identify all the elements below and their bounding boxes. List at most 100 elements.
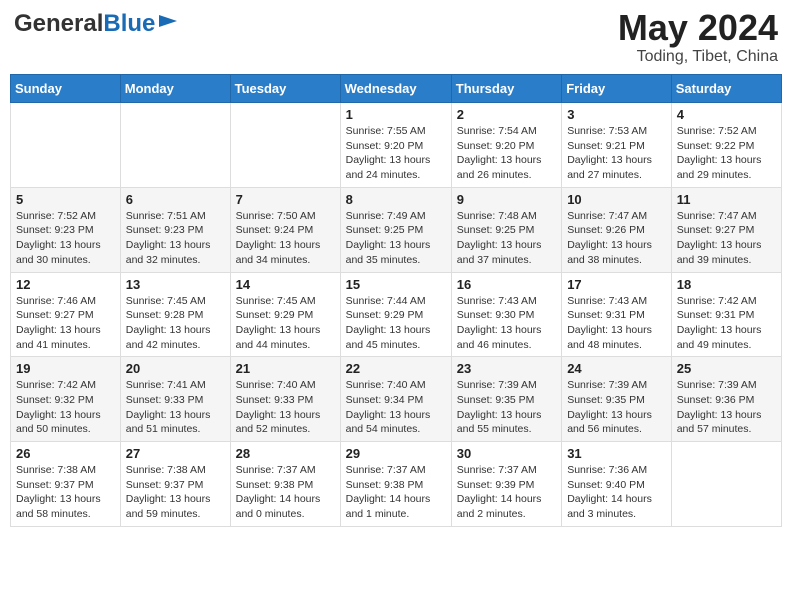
day-number: 12: [16, 277, 115, 292]
day-number: 10: [567, 192, 666, 207]
day-info: Sunrise: 7:42 AM Sunset: 9:32 PM Dayligh…: [16, 378, 115, 437]
calendar-cell: 12 Sunrise: 7:46 AM Sunset: 9:27 PM Dayli…: [11, 272, 121, 357]
logo: General Blue: [14, 10, 179, 38]
calendar-cell: 23 Sunrise: 7:39 AM Sunset: 9:35 PM Dayli…: [451, 357, 561, 442]
header-tuesday: Tuesday: [230, 75, 340, 103]
calendar-cell: 15 Sunrise: 7:44 AM Sunset: 9:29 PM Dayli…: [340, 272, 451, 357]
calendar-week-row: 19 Sunrise: 7:42 AM Sunset: 9:32 PM Dayli…: [11, 357, 782, 442]
calendar-cell: 17Sunrise: 7:43 AM Sunset: 9:31 PM Dayli…: [562, 272, 672, 357]
logo-general: General: [14, 10, 103, 38]
day-number: 18: [677, 277, 776, 292]
day-number: 8: [346, 192, 446, 207]
logo-blue: Blue: [103, 10, 155, 38]
calendar-cell: 18 Sunrise: 7:42 AM Sunset: 9:31 PM Dayli…: [671, 272, 781, 357]
day-number: 16: [457, 277, 556, 292]
day-info: Sunrise: 7:44 AM Sunset: 9:29 PM Dayligh…: [346, 294, 446, 353]
calendar-cell: 13Sunrise: 7:45 AM Sunset: 9:28 PM Dayli…: [120, 272, 230, 357]
day-number: 14: [236, 277, 335, 292]
calendar-cell: 1 Sunrise: 7:55 AM Sunset: 9:20 PM Daylig…: [340, 103, 451, 188]
logo-flag-icon: [157, 13, 179, 31]
day-number: 3: [567, 107, 666, 122]
calendar-week-row: 12 Sunrise: 7:46 AM Sunset: 9:27 PM Dayli…: [11, 272, 782, 357]
day-number: 2: [457, 107, 556, 122]
day-number: 9: [457, 192, 556, 207]
day-info: Sunrise: 7:39 AM Sunset: 9:35 PM Dayligh…: [567, 378, 666, 437]
day-info: Sunrise: 7:47 AM Sunset: 9:27 PM Dayligh…: [677, 209, 776, 268]
weekday-header-row: Sunday Monday Tuesday Wednesday Thursday…: [11, 75, 782, 103]
day-info: Sunrise: 7:43 AM Sunset: 9:30 PM Dayligh…: [457, 294, 556, 353]
calendar-cell: 25Sunrise: 7:39 AM Sunset: 9:36 PM Dayli…: [671, 357, 781, 442]
calendar-week-row: 26 Sunrise: 7:38 AM Sunset: 9:37 PM Dayli…: [11, 442, 782, 527]
calendar-cell: 31 Sunrise: 7:36 AM Sunset: 9:40 PM Dayli…: [562, 442, 672, 527]
day-info: Sunrise: 7:52 AM Sunset: 9:22 PM Dayligh…: [677, 124, 776, 183]
day-number: 31: [567, 446, 666, 461]
day-info: Sunrise: 7:37 AM Sunset: 9:39 PM Dayligh…: [457, 463, 556, 522]
calendar-cell: 19 Sunrise: 7:42 AM Sunset: 9:32 PM Dayli…: [11, 357, 121, 442]
calendar-cell: 21Sunrise: 7:40 AM Sunset: 9:33 PM Dayli…: [230, 357, 340, 442]
calendar-header: Sunday Monday Tuesday Wednesday Thursday…: [11, 75, 782, 103]
calendar-cell: 7Sunrise: 7:50 AM Sunset: 9:24 PM Daylig…: [230, 187, 340, 272]
day-info: Sunrise: 7:52 AM Sunset: 9:23 PM Dayligh…: [16, 209, 115, 268]
day-info: Sunrise: 7:46 AM Sunset: 9:27 PM Dayligh…: [16, 294, 115, 353]
calendar-cell: 24Sunrise: 7:39 AM Sunset: 9:35 PM Dayli…: [562, 357, 672, 442]
calendar-cell: 6Sunrise: 7:51 AM Sunset: 9:23 PM Daylig…: [120, 187, 230, 272]
day-info: Sunrise: 7:49 AM Sunset: 9:25 PM Dayligh…: [346, 209, 446, 268]
calendar-cell: [120, 103, 230, 188]
day-number: 25: [677, 361, 776, 376]
calendar-week-row: 5 Sunrise: 7:52 AM Sunset: 9:23 PM Daylig…: [11, 187, 782, 272]
day-info: Sunrise: 7:48 AM Sunset: 9:25 PM Dayligh…: [457, 209, 556, 268]
day-info: Sunrise: 7:51 AM Sunset: 9:23 PM Dayligh…: [126, 209, 225, 268]
calendar-week-row: 1 Sunrise: 7:55 AM Sunset: 9:20 PM Daylig…: [11, 103, 782, 188]
header-thursday: Thursday: [451, 75, 561, 103]
day-info: Sunrise: 7:45 AM Sunset: 9:29 PM Dayligh…: [236, 294, 335, 353]
calendar-cell: [230, 103, 340, 188]
day-info: Sunrise: 7:36 AM Sunset: 9:40 PM Dayligh…: [567, 463, 666, 522]
day-number: 19: [16, 361, 115, 376]
day-info: Sunrise: 7:41 AM Sunset: 9:33 PM Dayligh…: [126, 378, 225, 437]
day-info: Sunrise: 7:43 AM Sunset: 9:31 PM Dayligh…: [567, 294, 666, 353]
calendar-cell: 3 Sunrise: 7:53 AM Sunset: 9:21 PM Daylig…: [562, 103, 672, 188]
day-number: 22: [346, 361, 446, 376]
calendar-cell: 22 Sunrise: 7:40 AM Sunset: 9:34 PM Dayli…: [340, 357, 451, 442]
day-info: Sunrise: 7:53 AM Sunset: 9:21 PM Dayligh…: [567, 124, 666, 183]
day-number: 4: [677, 107, 776, 122]
day-number: 5: [16, 192, 115, 207]
day-info: Sunrise: 7:38 AM Sunset: 9:37 PM Dayligh…: [16, 463, 115, 522]
day-info: Sunrise: 7:38 AM Sunset: 9:37 PM Dayligh…: [126, 463, 225, 522]
header-monday: Monday: [120, 75, 230, 103]
header-sunday: Sunday: [11, 75, 121, 103]
day-number: 27: [126, 446, 225, 461]
header-wednesday: Wednesday: [340, 75, 451, 103]
day-number: 23: [457, 361, 556, 376]
day-info: Sunrise: 7:55 AM Sunset: 9:20 PM Dayligh…: [346, 124, 446, 183]
day-info: Sunrise: 7:39 AM Sunset: 9:35 PM Dayligh…: [457, 378, 556, 437]
header-saturday: Saturday: [671, 75, 781, 103]
day-number: 11: [677, 192, 776, 207]
day-info: Sunrise: 7:42 AM Sunset: 9:31 PM Dayligh…: [677, 294, 776, 353]
calendar-cell: 16 Sunrise: 7:43 AM Sunset: 9:30 PM Dayli…: [451, 272, 561, 357]
day-number: 1: [346, 107, 446, 122]
calendar-cell: 14 Sunrise: 7:45 AM Sunset: 9:29 PM Dayli…: [230, 272, 340, 357]
day-info: Sunrise: 7:47 AM Sunset: 9:26 PM Dayligh…: [567, 209, 666, 268]
page-header: General Blue May 2024 Toding, Tibet, Chi…: [10, 10, 782, 66]
location-subtitle: Toding, Tibet, China: [618, 48, 778, 66]
day-info: Sunrise: 7:50 AM Sunset: 9:24 PM Dayligh…: [236, 209, 335, 268]
calendar-cell: 5 Sunrise: 7:52 AM Sunset: 9:23 PM Daylig…: [11, 187, 121, 272]
day-info: Sunrise: 7:40 AM Sunset: 9:34 PM Dayligh…: [346, 378, 446, 437]
calendar-cell: [671, 442, 781, 527]
calendar-cell: 8 Sunrise: 7:49 AM Sunset: 9:25 PM Daylig…: [340, 187, 451, 272]
calendar-cell: 10 Sunrise: 7:47 AM Sunset: 9:26 PM Dayli…: [562, 187, 672, 272]
calendar-cell: 11 Sunrise: 7:47 AM Sunset: 9:27 PM Dayli…: [671, 187, 781, 272]
calendar-cell: 26 Sunrise: 7:38 AM Sunset: 9:37 PM Dayli…: [11, 442, 121, 527]
calendar-cell: 30Sunrise: 7:37 AM Sunset: 9:39 PM Dayli…: [451, 442, 561, 527]
calendar-cell: [11, 103, 121, 188]
day-number: 26: [16, 446, 115, 461]
day-info: Sunrise: 7:37 AM Sunset: 9:38 PM Dayligh…: [236, 463, 335, 522]
calendar-cell: 28Sunrise: 7:37 AM Sunset: 9:38 PM Dayli…: [230, 442, 340, 527]
day-number: 15: [346, 277, 446, 292]
day-info: Sunrise: 7:40 AM Sunset: 9:33 PM Dayligh…: [236, 378, 335, 437]
calendar-cell: 29Sunrise: 7:37 AM Sunset: 9:38 PM Dayli…: [340, 442, 451, 527]
month-year-title: May 2024: [618, 10, 778, 46]
calendar-table: Sunday Monday Tuesday Wednesday Thursday…: [10, 74, 782, 527]
calendar-cell: 9 Sunrise: 7:48 AM Sunset: 9:25 PM Daylig…: [451, 187, 561, 272]
